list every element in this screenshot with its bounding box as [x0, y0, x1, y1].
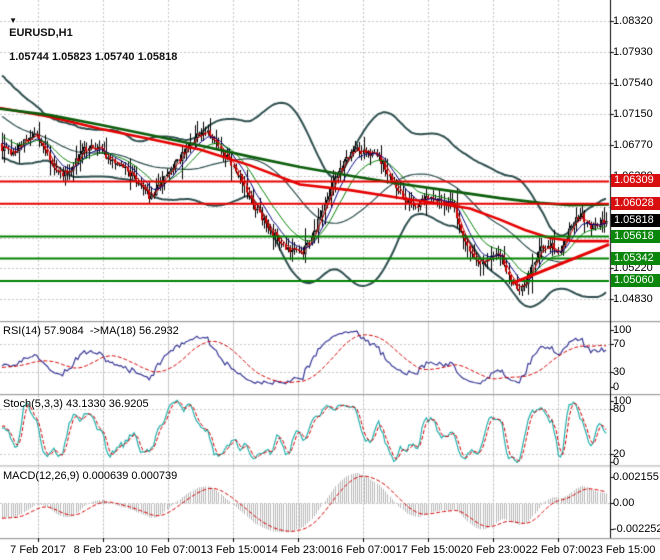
rsi-scale-label: 70	[613, 338, 626, 350]
price-tag-support: 1.05342	[611, 252, 660, 265]
rsi-scale-label: 30	[613, 366, 626, 378]
stoch-scale-label: 80	[613, 403, 626, 415]
time-axis-label: 23 Feb 15:00	[590, 544, 656, 556]
price-tag-support: 1.05618	[611, 230, 660, 243]
chart-title: ▼ EURUSD,H1 1.05744 1.05823 1.05740 1.05…	[3, 3, 177, 63]
rsi-scale-label: 0	[613, 381, 620, 393]
price-axis-label: 1.07540	[613, 77, 653, 89]
stoch-scale-label: 0	[613, 456, 620, 468]
rsi-scale-label: 100	[613, 324, 632, 336]
price-axis-label: 1.08320	[613, 15, 653, 27]
price-axis-label: 1.07150	[613, 108, 653, 120]
symbol-label: EURUSD,H1	[9, 27, 73, 39]
price-tag-resistance: 1.06309	[611, 174, 660, 187]
macd-indicator-label: MACD(12,26,9) 0.000639 0.000739	[3, 470, 178, 482]
price-axis-label: 1.04830	[613, 293, 653, 305]
stoch-indicator-label: Stoch(5,3,3) 43.1330 36.9205	[3, 398, 149, 410]
macd-scale-label: 0.002155	[613, 471, 659, 483]
price-axis-label: 1.06770	[613, 139, 653, 151]
ohlc-values: 1.05744 1.05823 1.05740 1.05818	[9, 51, 178, 63]
price-tag-current-price: 1.05818	[611, 214, 660, 227]
macd-scale-label: 0.00	[613, 497, 635, 509]
price-axis-label: 1.07930	[613, 46, 653, 58]
rsi-indicator-label: RSI(14) 57.9084 ->MA(18) 56.2932	[3, 325, 179, 337]
price-tag-resistance: 1.06028	[611, 197, 660, 210]
macd-scale-label: -0.002252	[613, 523, 660, 535]
symbol-expander-icon[interactable]: ▼	[9, 16, 17, 25]
price-tag-support: 1.05060	[611, 274, 660, 287]
